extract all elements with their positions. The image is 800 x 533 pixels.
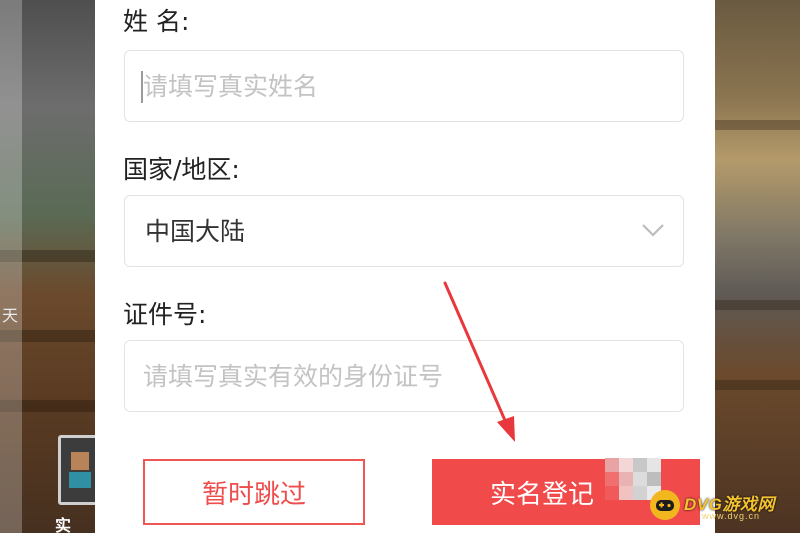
site-watermark: DVG游戏网 www.dvg.cn <box>650 486 796 526</box>
background-edge-overlay <box>0 0 22 533</box>
background-edge-text: 天 <box>2 306 19 325</box>
skip-button-label: 暂时跳过 <box>201 479 306 510</box>
id-number-label: 证件号: <box>123 300 207 329</box>
region-select[interactable]: 中国大陆 <box>124 195 684 267</box>
chevron-down-icon <box>642 224 664 237</box>
region-value: 中国大陆 <box>145 217 246 246</box>
background-right-scene <box>715 0 800 533</box>
region-label: 国家/地区: <box>123 155 240 184</box>
id-number-input[interactable] <box>143 341 643 411</box>
real-name-form-panel: 姓 名: 国家/地区: 中国大陆 证件号: 暂时跳过 实名登记 <box>95 0 715 533</box>
id-number-field[interactable] <box>124 340 684 412</box>
skip-button[interactable]: 暂时跳过 <box>143 459 365 525</box>
watermark-url: www.dvg.cn <box>702 511 761 521</box>
name-label: 姓 名: <box>123 7 190 36</box>
gamepad-logo-icon <box>650 490 680 520</box>
register-button-label: 实名登记 <box>489 479 594 510</box>
name-field[interactable] <box>124 50 684 122</box>
background-caption: 实 <box>55 516 72 533</box>
name-input[interactable] <box>143 51 643 121</box>
